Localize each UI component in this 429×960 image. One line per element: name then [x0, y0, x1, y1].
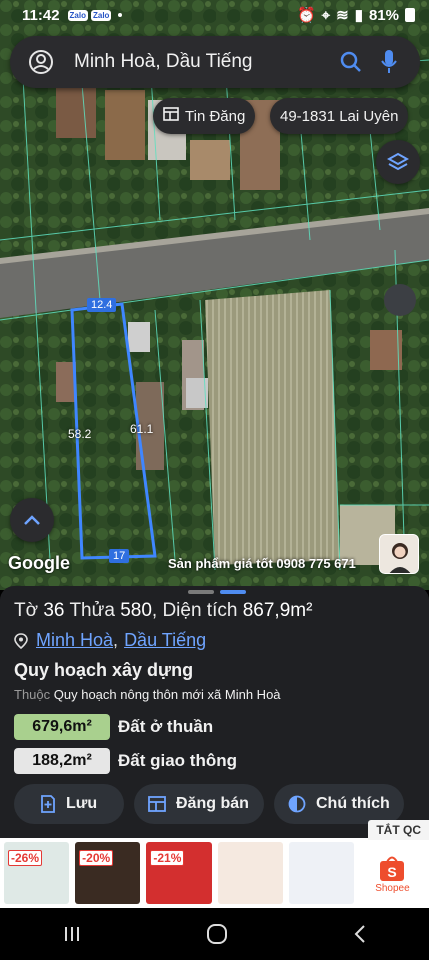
plan-title: Quy hoạch xây dựng — [14, 660, 194, 680]
signal-icon: ▮ — [354, 7, 363, 24]
legend-label: Chú thích — [316, 795, 390, 812]
location-status-icon: ⌖ — [321, 6, 331, 24]
ward-link[interactable]: Minh Hoà — [36, 630, 113, 651]
map-ad-text[interactable]: Sản phẩm giá tốt 0908 775 671 — [168, 556, 356, 571]
ad-item[interactable]: S Shopee — [359, 842, 426, 904]
alarm-icon: ⏰ — [296, 7, 316, 24]
sheet-handle[interactable] — [188, 590, 246, 594]
listing-chip[interactable]: Tin Đăng — [153, 98, 256, 134]
action-row: Lưu Đăng bán Chú thích — [14, 784, 404, 824]
more-notifications-dot — [118, 13, 123, 17]
chevron-up-icon — [24, 515, 40, 525]
layers-icon — [387, 152, 409, 171]
shopee-label: Shopee — [375, 882, 410, 894]
recent-apps-icon[interactable] — [62, 925, 82, 943]
home-icon[interactable] — [206, 923, 228, 945]
plan-prefix: Thuộc — [14, 687, 51, 702]
dimension-top: 12.4 — [87, 298, 117, 312]
ad-discount: -20% — [79, 850, 114, 866]
microphone-icon[interactable] — [374, 47, 404, 77]
account-icon[interactable] — [26, 47, 56, 77]
search-bar[interactable]: Minh Hoà, Dầu Tiếng — [10, 36, 420, 88]
zalo-notification-icon: Zalo — [67, 9, 88, 21]
google-logo: Google — [8, 553, 70, 573]
zone-label: Đất giao thông — [118, 751, 237, 770]
layers-button[interactable] — [376, 140, 420, 184]
sheet-label-to: Tờ — [14, 600, 39, 621]
location-pin-icon — [14, 632, 28, 649]
post-sale-label: Đăng bán — [176, 795, 249, 812]
zone-area-badge: 188,2m² — [14, 748, 110, 774]
district-link[interactable]: Dầu Tiếng — [124, 630, 206, 651]
zone-area-badge: 679,6m² — [14, 714, 110, 740]
save-button[interactable]: Lưu — [14, 784, 124, 824]
battery-percent: 81% — [368, 6, 399, 24]
zone-traffic: 188,2m² Đất giao thông — [14, 748, 237, 774]
wifi-icon: ≋ — [336, 7, 349, 24]
area-value: 867,9m² — [242, 600, 313, 621]
plan-name: Quy hoạch nông thôn mới xã Minh Hoà — [53, 687, 281, 702]
shopee-icon: S — [380, 856, 405, 881]
phone-listing-label: 49-1831 Lai Uyên — [280, 107, 399, 125]
dimension-left: 58.2 — [68, 427, 92, 441]
ad-item[interactable]: -20% — [75, 842, 141, 904]
legend-button[interactable]: Chú thích — [274, 784, 404, 824]
close-ads-button[interactable]: TẮT QC — [368, 820, 429, 840]
phone-listing-chip[interactable]: 49-1831 Lai Uyên — [270, 98, 409, 134]
avatar[interactable] — [379, 534, 419, 574]
post-sale-button[interactable]: Đăng bán — [134, 784, 264, 824]
ad-strip[interactable]: -26% -20% -21% S Shopee — [0, 838, 429, 908]
status-time: 11:42 — [22, 6, 60, 24]
battery-icon — [405, 8, 415, 22]
area-label: Diện tích — [162, 600, 238, 621]
lot-number: 580 — [120, 600, 152, 621]
ad-item[interactable]: -26% — [4, 842, 70, 904]
parcel-info-sheet[interactable]: Tờ 36 Thửa 580, Diện tích 867,9m² Minh H… — [0, 586, 429, 838]
ad-item[interactable]: -21% — [146, 842, 212, 904]
location-line: Minh Hoà, Dầu Tiếng — [14, 630, 206, 651]
expand-up-button[interactable] — [10, 498, 54, 542]
ad-item[interactable] — [217, 842, 283, 904]
ad-discount: -21% — [150, 850, 185, 866]
system-nav-bar — [0, 908, 429, 960]
search-icon[interactable] — [336, 47, 366, 77]
map-view[interactable]: 12.4 58.2 61.1 17 — [0, 0, 429, 590]
plan-subtitle: Thuộc Quy hoạch nông thôn mới xã Minh Ho… — [14, 687, 281, 702]
dimension-right: 61.1 — [130, 422, 154, 436]
satellite-imagery — [0, 0, 429, 590]
zalo-notification-icon-2: Zalo — [91, 9, 112, 21]
back-icon[interactable] — [353, 924, 367, 944]
lot-label: Thửa — [69, 600, 115, 621]
ad-item[interactable] — [288, 842, 354, 904]
listing-chip-label: Tin Đăng — [185, 107, 246, 125]
contrast-icon — [288, 795, 306, 813]
search-input[interactable]: Minh Hoà, Dầu Tiếng — [74, 51, 336, 73]
status-bar: 11:42 Zalo Zalo ⏰ ⌖ ≋ ▮ 81% — [0, 0, 429, 30]
ad-discount: -26% — [8, 850, 43, 866]
listing-post-icon — [148, 796, 166, 812]
parcel-summary: Tờ 36 Thửa 580, Diện tích 867,9m² — [14, 600, 313, 621]
listing-icon — [163, 107, 179, 125]
save-label: Lưu — [66, 795, 98, 812]
zone-label: Đất ở thuần — [118, 717, 214, 736]
dimension-bottom: 17 — [109, 549, 130, 563]
map-control-dot[interactable] — [384, 284, 416, 316]
zone-residential: 679,6m² Đất ở thuần — [14, 714, 213, 740]
bookmark-add-icon — [41, 795, 55, 813]
svg-text:S: S — [388, 864, 397, 880]
sheet-number: 36 — [43, 600, 65, 621]
